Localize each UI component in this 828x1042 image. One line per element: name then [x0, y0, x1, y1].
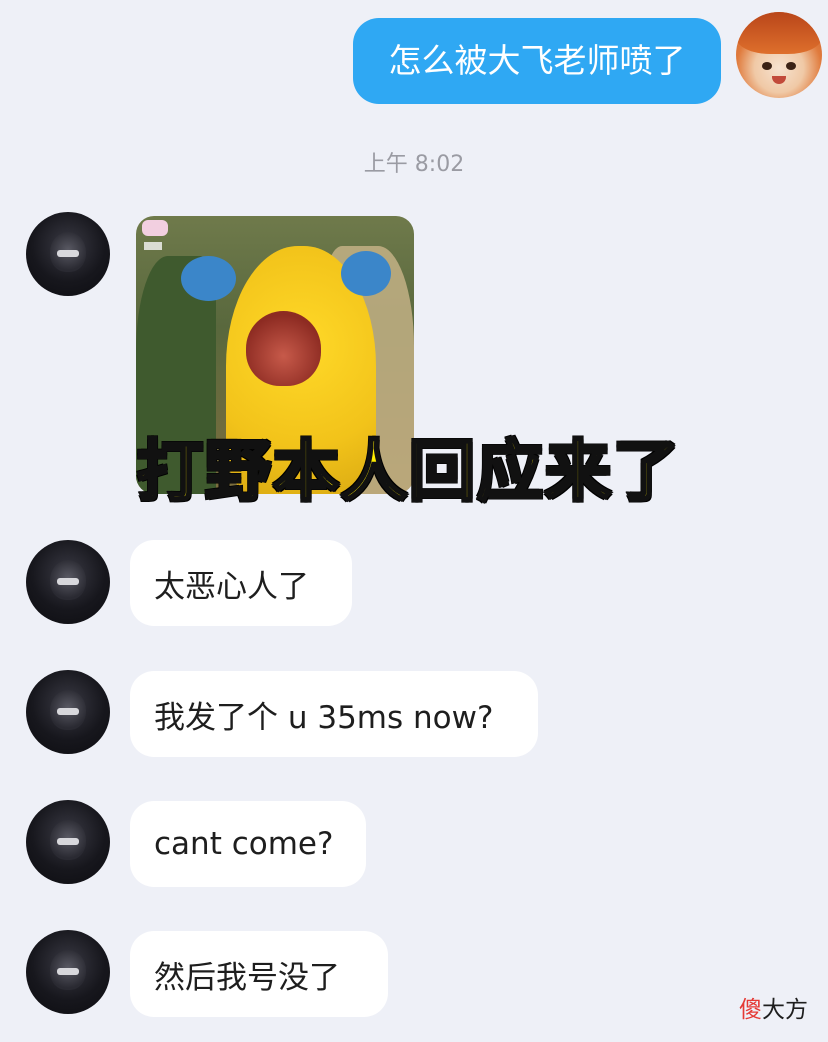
watermark: 傻大方	[739, 990, 808, 1024]
received-message-bubble[interactable]: 然后我号没了	[130, 931, 388, 1017]
avatar-teeth	[57, 968, 79, 975]
sticker-ear	[181, 256, 236, 301]
sent-message-bubble[interactable]: 怎么被大飞老师喷了	[353, 18, 721, 104]
contact-avatar[interactable]	[26, 930, 110, 1014]
contact-avatar[interactable]	[26, 540, 110, 624]
sticker-ear	[341, 251, 391, 296]
avatar-eye	[786, 62, 796, 70]
contact-avatar[interactable]	[26, 670, 110, 754]
sticker-crying-mouth	[246, 311, 321, 386]
avatar-mouth	[772, 76, 786, 84]
received-message-bubble[interactable]: cant come?	[130, 801, 366, 887]
watermark-char: 傻	[739, 997, 762, 1023]
avatar-teeth	[57, 708, 79, 715]
meme-caption: 打野本人回应来了	[136, 432, 681, 512]
sticker-logo	[142, 220, 168, 236]
watermark-text: 大方	[762, 997, 808, 1023]
sticker-logo-mark	[144, 242, 162, 250]
contact-avatar[interactable]	[26, 800, 110, 884]
my-avatar[interactable]	[736, 12, 822, 98]
avatar-teeth	[57, 250, 79, 257]
avatar-hair	[736, 12, 822, 54]
received-message-bubble[interactable]: 太恶心人了	[130, 540, 352, 626]
contact-avatar[interactable]	[26, 212, 110, 296]
message-timestamp: 上午 8:02	[363, 152, 465, 177]
received-message-bubble[interactable]: 我发了个 u 35ms now?	[130, 671, 538, 757]
avatar-teeth	[57, 578, 79, 585]
avatar-eye	[762, 62, 772, 70]
avatar-teeth	[57, 838, 79, 845]
